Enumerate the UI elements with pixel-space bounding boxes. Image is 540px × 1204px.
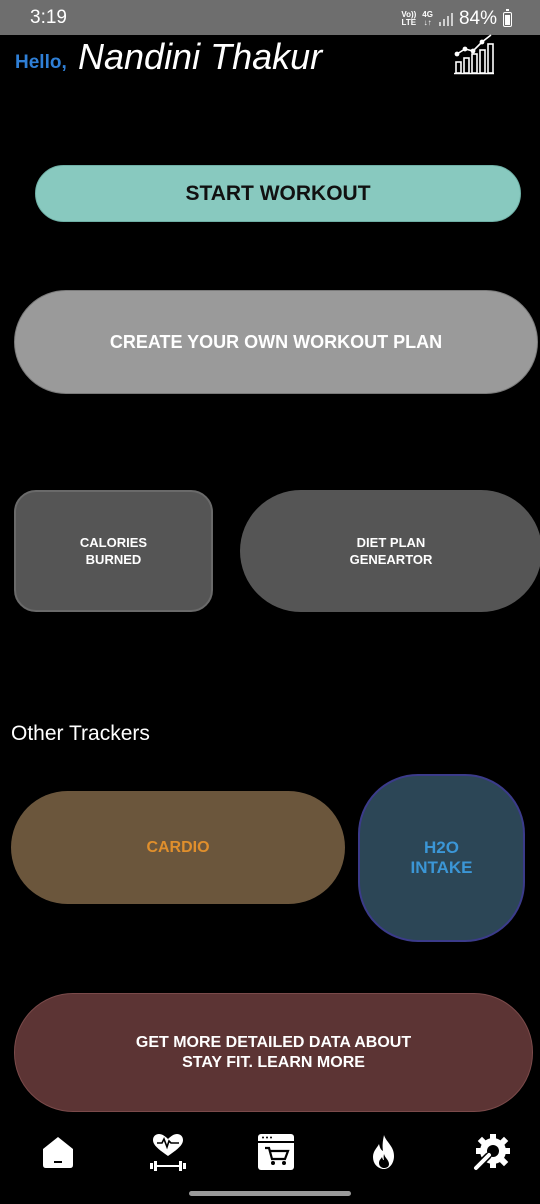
cardio-button[interactable]: CARDIO xyxy=(11,791,345,904)
fitness-heart-dumbbell-icon[interactable] xyxy=(148,1132,188,1172)
network-4g-indicator: 4G ↓↑ xyxy=(422,10,433,27)
home-icon[interactable] xyxy=(38,1132,78,1172)
start-workout-button[interactable]: START WORKOUT xyxy=(35,165,521,222)
signal-strength-icon xyxy=(438,12,453,26)
flame-icon[interactable] xyxy=(364,1132,404,1172)
diet-plan-generator-button[interactable]: DIET PLAN GENEARTOR xyxy=(240,490,540,612)
volte-indicator: Vo)) LTE xyxy=(401,10,417,27)
battery-icon xyxy=(503,8,512,27)
learn-more-button[interactable]: GET MORE DETAILED DATA ABOUT STAY FIT. L… xyxy=(14,993,533,1112)
h2o-intake-button[interactable]: H2O INTAKE xyxy=(358,774,525,942)
bottom-nav xyxy=(0,1122,540,1182)
other-trackers-heading: Other Trackers xyxy=(11,722,150,745)
status-bar: 3:19 Vo)) LTE 4G ↓↑ 84% xyxy=(0,0,540,35)
home-indicator-bar[interactable] xyxy=(189,1191,351,1196)
user-name: Nandini Thakur xyxy=(78,36,323,77)
greeting-label: Hello, xyxy=(15,52,67,73)
create-workout-plan-button[interactable]: CREATE YOUR OWN WORKOUT PLAN xyxy=(14,290,538,394)
status-time: 3:19 xyxy=(30,7,67,28)
settings-wrench-gear-icon[interactable] xyxy=(472,1132,512,1172)
status-icons: Vo)) LTE 4G ↓↑ 84% xyxy=(401,8,512,30)
battery-percent: 84% xyxy=(458,8,497,29)
shop-cart-icon[interactable] xyxy=(256,1132,296,1172)
calories-burned-button[interactable]: CALORIES BURNED xyxy=(14,490,213,612)
bar-chart-trend-icon[interactable] xyxy=(452,32,496,76)
